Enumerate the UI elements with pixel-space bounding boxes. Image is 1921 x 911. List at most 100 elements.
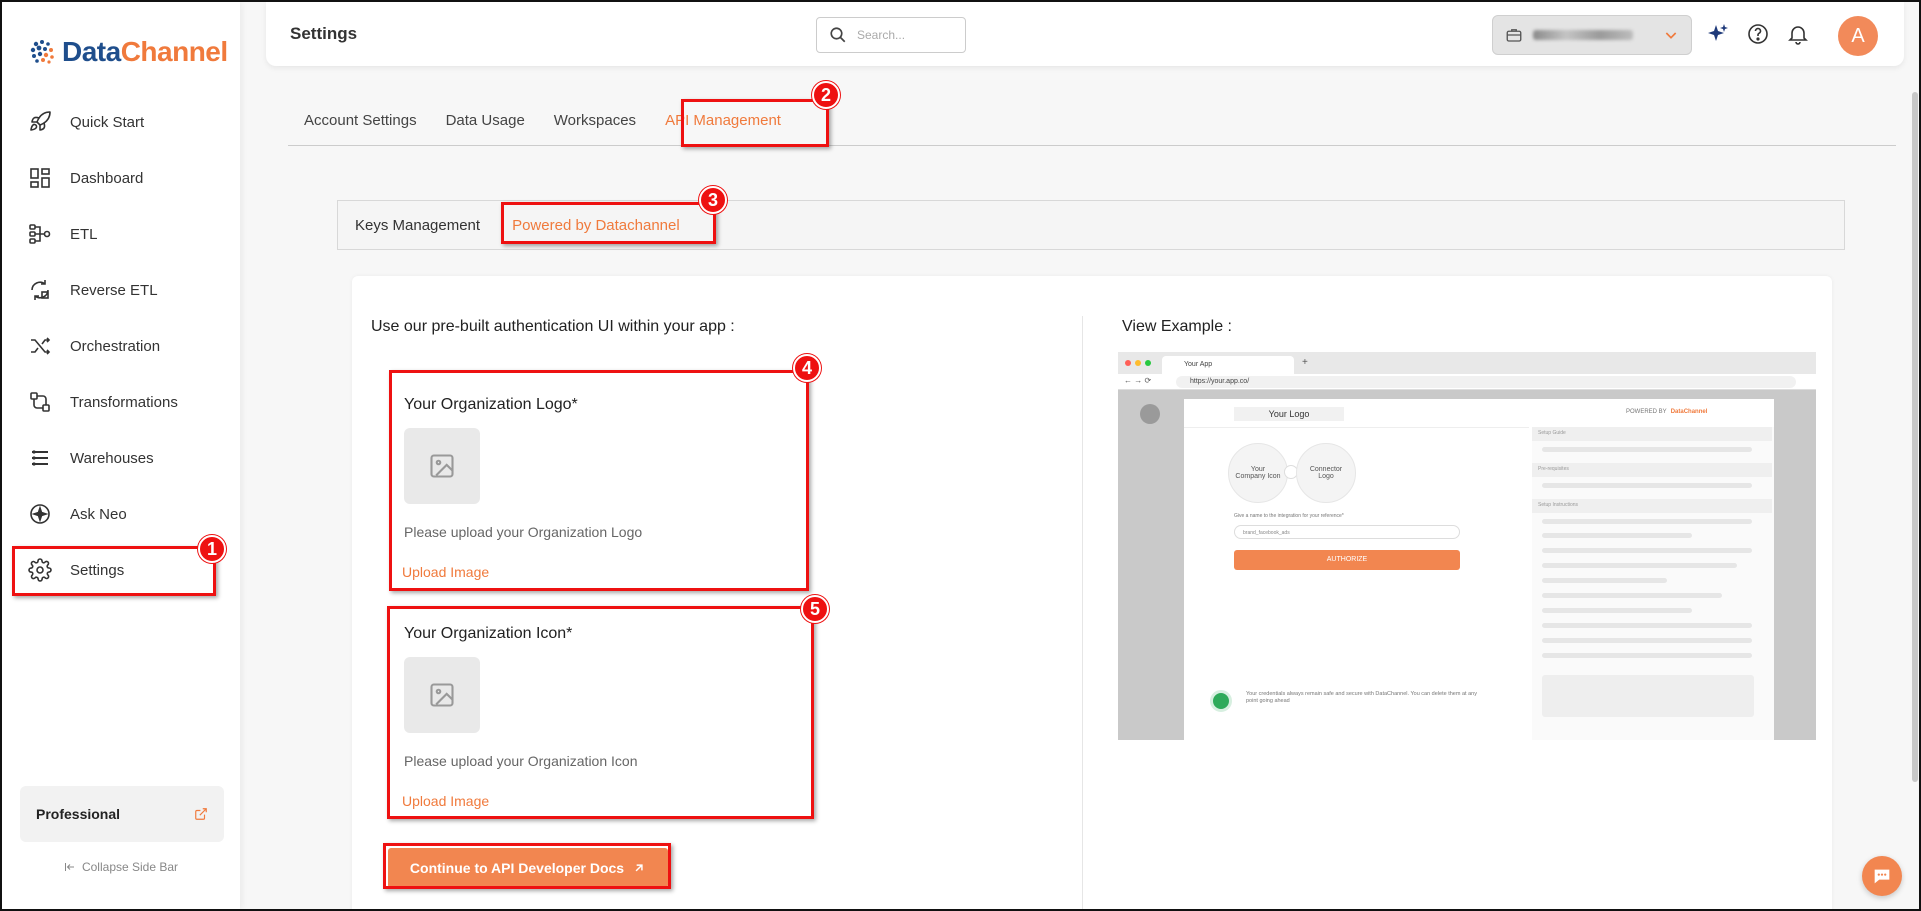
tab-api-management[interactable]: API Management (649, 100, 794, 140)
chat-button[interactable] (1862, 856, 1902, 896)
preview-powered-brand: DataChannel (1670, 409, 1708, 415)
collapse-left-icon (64, 863, 74, 871)
orchestration-icon (31, 337, 51, 355)
preview-name-input: brand_facebook_ads (1234, 525, 1460, 539)
user-avatar[interactable]: A (1838, 16, 1878, 56)
sidebar-item-label: Orchestration (70, 337, 161, 355)
continue-api-docs-button[interactable]: Continue to API Developer Docs (388, 848, 668, 888)
logo-placeholder[interactable] (404, 428, 480, 504)
subtab-powered-by-datachannel[interactable]: Powered by Datachannel (495, 201, 695, 249)
sidebar-item-ask-neo[interactable]: Ask Neo (2, 486, 240, 542)
search-box[interactable] (816, 17, 966, 53)
preview-modal: Your Logo POWERED BY DataChannel Your Co… (1184, 399, 1774, 740)
tab-workspaces[interactable]: Workspaces (538, 100, 649, 140)
briefcase-icon (1506, 29, 1522, 42)
image-icon (430, 683, 454, 707)
page-title: Settings (290, 24, 358, 43)
powered-by-card: Use our pre-built authentication UI with… (352, 276, 1832, 911)
org-logo-hint: Please upload your Organization Logo (404, 524, 643, 540)
sidebar-item-label: Reverse ETL (70, 281, 158, 299)
search-icon (830, 27, 846, 43)
sidebar-item-orchestration[interactable]: Orchestration (2, 318, 240, 374)
reverse-etl-icon (31, 280, 49, 300)
preview-authorize-button: AUTHORIZE (1234, 550, 1460, 570)
rocket-icon (30, 111, 51, 131)
org-logo-upload: Your Organization Logo* Please upload yo… (402, 396, 804, 580)
ai-sparkle-icon[interactable] (1706, 22, 1730, 46)
annotation-badge-2: 2 (812, 81, 840, 109)
plan-card[interactable]: Professional (20, 786, 224, 842)
sidebar-item-quick-start[interactable]: Quick Start (2, 94, 240, 150)
sidebar-item-label: Dashboard (70, 169, 144, 187)
tab-account-settings[interactable]: Account Settings (288, 100, 430, 140)
preview-browser-bar: Your App + (1118, 352, 1816, 374)
upload-logo-link[interactable]: Upload Image (402, 564, 804, 580)
datachannel-logo[interactable]: DataChannel (28, 34, 228, 70)
subtab-keys-management[interactable]: Keys Management (338, 201, 495, 249)
brand-channel: Channel (120, 36, 228, 67)
nav-arrows-icon: ← → ⟳ (1124, 376, 1152, 385)
sidebar-item-label: Warehouses (70, 449, 154, 467)
sidebar-item-transformations[interactable]: Transformations (2, 374, 240, 430)
workspace-selector[interactable] (1492, 15, 1692, 55)
settings-tabs: Account Settings Data Usage Workspaces A… (288, 100, 1896, 146)
cta-label: Continue to API Developer Docs (409, 860, 625, 876)
preview-tab: Your App (1162, 356, 1294, 374)
datachannel-logo-icon (30, 40, 54, 64)
section-title-right: View Example : (1122, 318, 1232, 335)
preview-circle-icon (1140, 404, 1160, 424)
chat-icon (1874, 869, 1890, 884)
page-scrollbar[interactable] (1912, 92, 1918, 782)
gear-icon (28, 558, 52, 582)
annotation-badge-5: 5 (801, 595, 829, 623)
annotation-badge-3: 3 (699, 186, 727, 214)
preview-your-logo: Your Logo (1234, 407, 1344, 421)
sidebar-nav: Quick Start Dashboard ETL Reverse ETL Or… (2, 94, 240, 598)
org-icon-title: Your Organization Icon* (404, 625, 573, 642)
org-icon-upload: Your Organization Icon* Please upload yo… (402, 625, 804, 809)
sidebar-item-reverse-etl[interactable]: Reverse ETL (2, 262, 240, 318)
search-input[interactable] (857, 28, 947, 42)
sparkle-icon (30, 504, 50, 524)
shield-icon (1210, 690, 1232, 712)
collapse-label: Collapse Side Bar (81, 860, 179, 874)
plan-label: Professional (36, 806, 121, 822)
sidebar-item-warehouses[interactable]: Warehouses (2, 430, 240, 486)
transformations-icon (30, 392, 50, 412)
dashboard-icon (30, 168, 50, 188)
collapse-sidebar-button[interactable]: Collapse Side Bar (2, 860, 240, 874)
preview-setup-instructions: Setup Instructions (1532, 499, 1772, 513)
preview-powered-by: POWERED BY (1626, 409, 1667, 415)
top-header: Settings A (266, 2, 1904, 66)
section-title-left: Use our pre-built authentication UI with… (371, 318, 735, 335)
annotation-badge-1: 1 (198, 535, 226, 563)
workspace-name-redacted (1533, 30, 1633, 40)
external-link-icon[interactable] (194, 807, 208, 821)
sidebar-item-etl[interactable]: ETL (2, 206, 240, 262)
preview-company-icon: Your Company Icon (1228, 443, 1288, 503)
tab-data-usage[interactable]: Data Usage (430, 100, 538, 140)
help-icon[interactable] (1746, 22, 1770, 46)
preview-name-prompt: Give a name to the integration for your … (1234, 513, 1344, 519)
sidebar-item-label: Ask Neo (70, 505, 127, 523)
sidebar-item-label: Transformations (70, 393, 178, 411)
image-icon (430, 454, 454, 478)
chevron-down-icon (1665, 32, 1677, 39)
etl-icon (29, 224, 51, 244)
sidebar: DataChannel Quick Start Dashboard ETL Re… (2, 2, 240, 909)
sidebar-item-dashboard[interactable]: Dashboard (2, 150, 240, 206)
plus-icon: + (1302, 357, 1308, 368)
preview-security-note: Your credentials always remain safe and … (1246, 691, 1477, 704)
preview-prereqs: Pre-requisites (1532, 463, 1772, 477)
preview-connector-logo: Connector Logo (1296, 443, 1356, 503)
sidebar-item-label: Settings (70, 561, 125, 579)
preview-url-bar: ← → ⟳ https://your.app.co/ (1118, 374, 1816, 390)
upload-icon-link[interactable]: Upload Image (402, 793, 804, 809)
icon-placeholder[interactable] (404, 657, 480, 733)
org-icon-hint: Please upload your Organization Icon (404, 753, 638, 769)
bell-icon[interactable] (1786, 22, 1810, 46)
warehouses-icon (32, 450, 48, 466)
example-preview: Your App + ← → ⟳ https://your.app.co/ Yo… (1118, 352, 1816, 740)
vertical-divider (1082, 316, 1083, 911)
preview-setup-guide: Setup Guide (1532, 427, 1772, 441)
